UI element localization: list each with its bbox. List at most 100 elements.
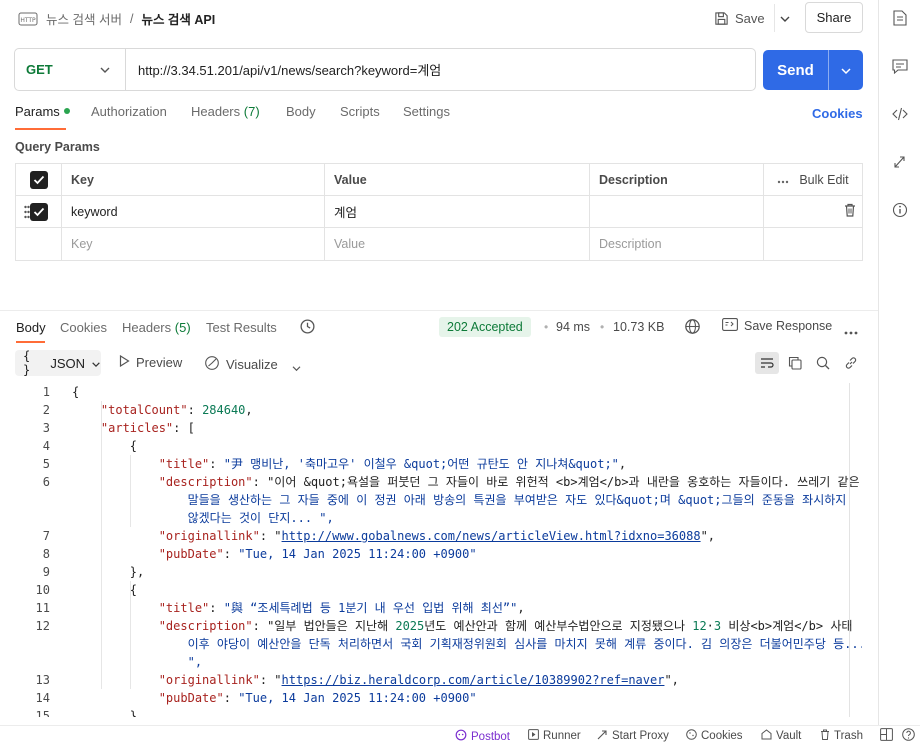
line-number: 4 bbox=[42, 439, 50, 453]
select-all-checkbox[interactable] bbox=[29, 170, 48, 189]
new-key-field[interactable]: Key bbox=[62, 228, 325, 260]
tab-settings[interactable]: Settings bbox=[403, 104, 450, 119]
layout-icon[interactable] bbox=[880, 728, 893, 741]
share-button[interactable]: Share bbox=[805, 2, 863, 33]
tab-response-headers-label: Headers bbox=[122, 320, 172, 335]
info-icon[interactable] bbox=[892, 202, 908, 218]
tab-params[interactable]: Params bbox=[15, 104, 70, 119]
runner-button[interactable]: Runner bbox=[528, 729, 581, 743]
tab-headers-label: Headers bbox=[191, 104, 241, 119]
cookies-link[interactable]: Cookies bbox=[812, 106, 863, 121]
response-body-viewer[interactable]: 1 {2 "totalCount": 284640, 3 "articles": [… bbox=[0, 383, 862, 717]
response-format-select[interactable]: { } JSON bbox=[15, 349, 101, 377]
trash-icon[interactable] bbox=[844, 203, 856, 220]
code-text: }, bbox=[72, 565, 145, 579]
param-enabled-checkbox[interactable] bbox=[29, 202, 48, 221]
postbot-button[interactable]: Postbot bbox=[455, 729, 510, 743]
search-icon[interactable] bbox=[811, 352, 835, 374]
trash-button[interactable]: Trash bbox=[820, 729, 863, 743]
tab-test-results[interactable]: Test Results bbox=[206, 320, 277, 335]
visualize-button[interactable]: Visualize bbox=[204, 355, 278, 374]
save-options-dropdown[interactable] bbox=[774, 4, 794, 32]
cookies-status-button[interactable]: Cookies bbox=[686, 729, 743, 743]
http-icon: HTTP bbox=[18, 11, 38, 27]
code-text: }, bbox=[72, 709, 145, 717]
response-time[interactable]: 94 ms bbox=[556, 320, 590, 334]
new-description-field[interactable]: Description bbox=[590, 228, 764, 260]
svg-text:HTTP: HTTP bbox=[20, 17, 36, 24]
chevron-down-icon[interactable] bbox=[291, 360, 302, 375]
line-number: 6 bbox=[42, 475, 50, 489]
postbot-icon bbox=[455, 729, 467, 743]
postbot-label: Postbot bbox=[471, 730, 510, 743]
scrollbar-track[interactable] bbox=[849, 383, 850, 717]
right-sidebar bbox=[878, 0, 920, 725]
select-all-cell bbox=[16, 164, 62, 195]
bulk-edit-button[interactable]: Bulk Edit bbox=[764, 164, 862, 195]
related-collections-icon[interactable] bbox=[892, 154, 908, 170]
json-braces-icon: { } bbox=[23, 349, 31, 377]
code-text: "articles": [ bbox=[100, 421, 195, 435]
empty-cell bbox=[764, 228, 862, 260]
more-options-icon[interactable] bbox=[844, 323, 858, 338]
save-response-icon bbox=[722, 318, 738, 334]
history-icon[interactable] bbox=[299, 318, 316, 335]
status-bar: Postbot Runner Start Proxy Cookies Vault… bbox=[0, 725, 920, 743]
send-button[interactable]: Send bbox=[763, 50, 829, 90]
tab-headers[interactable]: Headers (7) bbox=[191, 104, 260, 119]
empty-check-cell bbox=[16, 228, 62, 260]
row-check-cell bbox=[16, 196, 62, 227]
table-row-empty: Key Value Description bbox=[16, 228, 862, 260]
save-label: Save bbox=[735, 10, 765, 26]
key-column-header: Key bbox=[62, 164, 325, 195]
new-value-field[interactable]: Value bbox=[325, 228, 590, 260]
wrap-lines-icon[interactable] bbox=[755, 352, 779, 374]
format-label: JSON bbox=[50, 355, 85, 371]
tab-authorization[interactable]: Authorization bbox=[91, 104, 167, 119]
save-response-button[interactable]: Save Response bbox=[722, 318, 832, 334]
value-column-header: Value bbox=[325, 164, 590, 195]
preview-button[interactable]: Preview bbox=[119, 354, 182, 370]
documentation-icon[interactable] bbox=[892, 10, 908, 26]
breadcrumb: HTTP 뉴스 검색 서버 / 뉴스 검색 API bbox=[18, 9, 215, 28]
tab-response-body[interactable]: Body bbox=[16, 320, 46, 335]
pane-divider[interactable] bbox=[0, 310, 878, 311]
param-value-field[interactable]: 계엄 bbox=[325, 196, 590, 227]
tab-body[interactable]: Body bbox=[286, 104, 316, 119]
comments-icon[interactable] bbox=[892, 58, 908, 74]
code-icon[interactable] bbox=[892, 106, 908, 122]
tab-response-cookies[interactable]: Cookies bbox=[60, 320, 107, 335]
url-input[interactable]: http://3.34.51.201/api/v1/news/search?ke… bbox=[126, 49, 441, 90]
indent-guide bbox=[130, 455, 131, 527]
param-description-field[interactable] bbox=[590, 196, 764, 227]
status-badge[interactable]: 202 Accepted bbox=[439, 317, 531, 337]
link-icon[interactable] bbox=[839, 352, 863, 374]
query-params-title: Query Params bbox=[15, 140, 100, 154]
active-tab-indicator bbox=[15, 128, 66, 130]
line-number: 9 bbox=[42, 565, 50, 579]
copy-icon[interactable] bbox=[783, 352, 807, 374]
drag-handle-icon[interactable] bbox=[24, 205, 30, 222]
globe-icon[interactable] bbox=[684, 318, 701, 335]
more-horizontal-icon bbox=[777, 173, 789, 187]
line-number: 7 bbox=[42, 529, 50, 543]
vault-button[interactable]: Vault bbox=[761, 729, 801, 743]
code-text: "title": "尹 맹비난, '축마고우' 이철우 &quot;어떤 규탄도… bbox=[158, 457, 627, 471]
chevron-down-icon bbox=[91, 356, 101, 371]
request-title[interactable]: 뉴스 검색 API bbox=[141, 9, 215, 28]
chevron-down-icon bbox=[99, 62, 111, 77]
breadcrumb-separator: / bbox=[129, 11, 134, 26]
method-select[interactable]: GET bbox=[15, 49, 126, 90]
response-size[interactable]: 10.73 KB bbox=[613, 320, 664, 334]
param-key-field[interactable]: keyword bbox=[62, 196, 325, 227]
save-button[interactable]: Save bbox=[714, 6, 765, 30]
tab-headers-count: (7) bbox=[243, 104, 260, 119]
tab-response-headers[interactable]: Headers (5) bbox=[122, 320, 191, 335]
start-proxy-button[interactable]: Start Proxy bbox=[597, 729, 669, 743]
trash-icon bbox=[820, 729, 830, 743]
send-options-dropdown[interactable] bbox=[829, 50, 863, 90]
help-icon[interactable] bbox=[902, 728, 915, 741]
tab-scripts[interactable]: Scripts bbox=[340, 104, 380, 119]
description-column-header: Description bbox=[590, 164, 764, 195]
breadcrumb-collection[interactable]: 뉴스 검색 서버 bbox=[46, 9, 122, 28]
